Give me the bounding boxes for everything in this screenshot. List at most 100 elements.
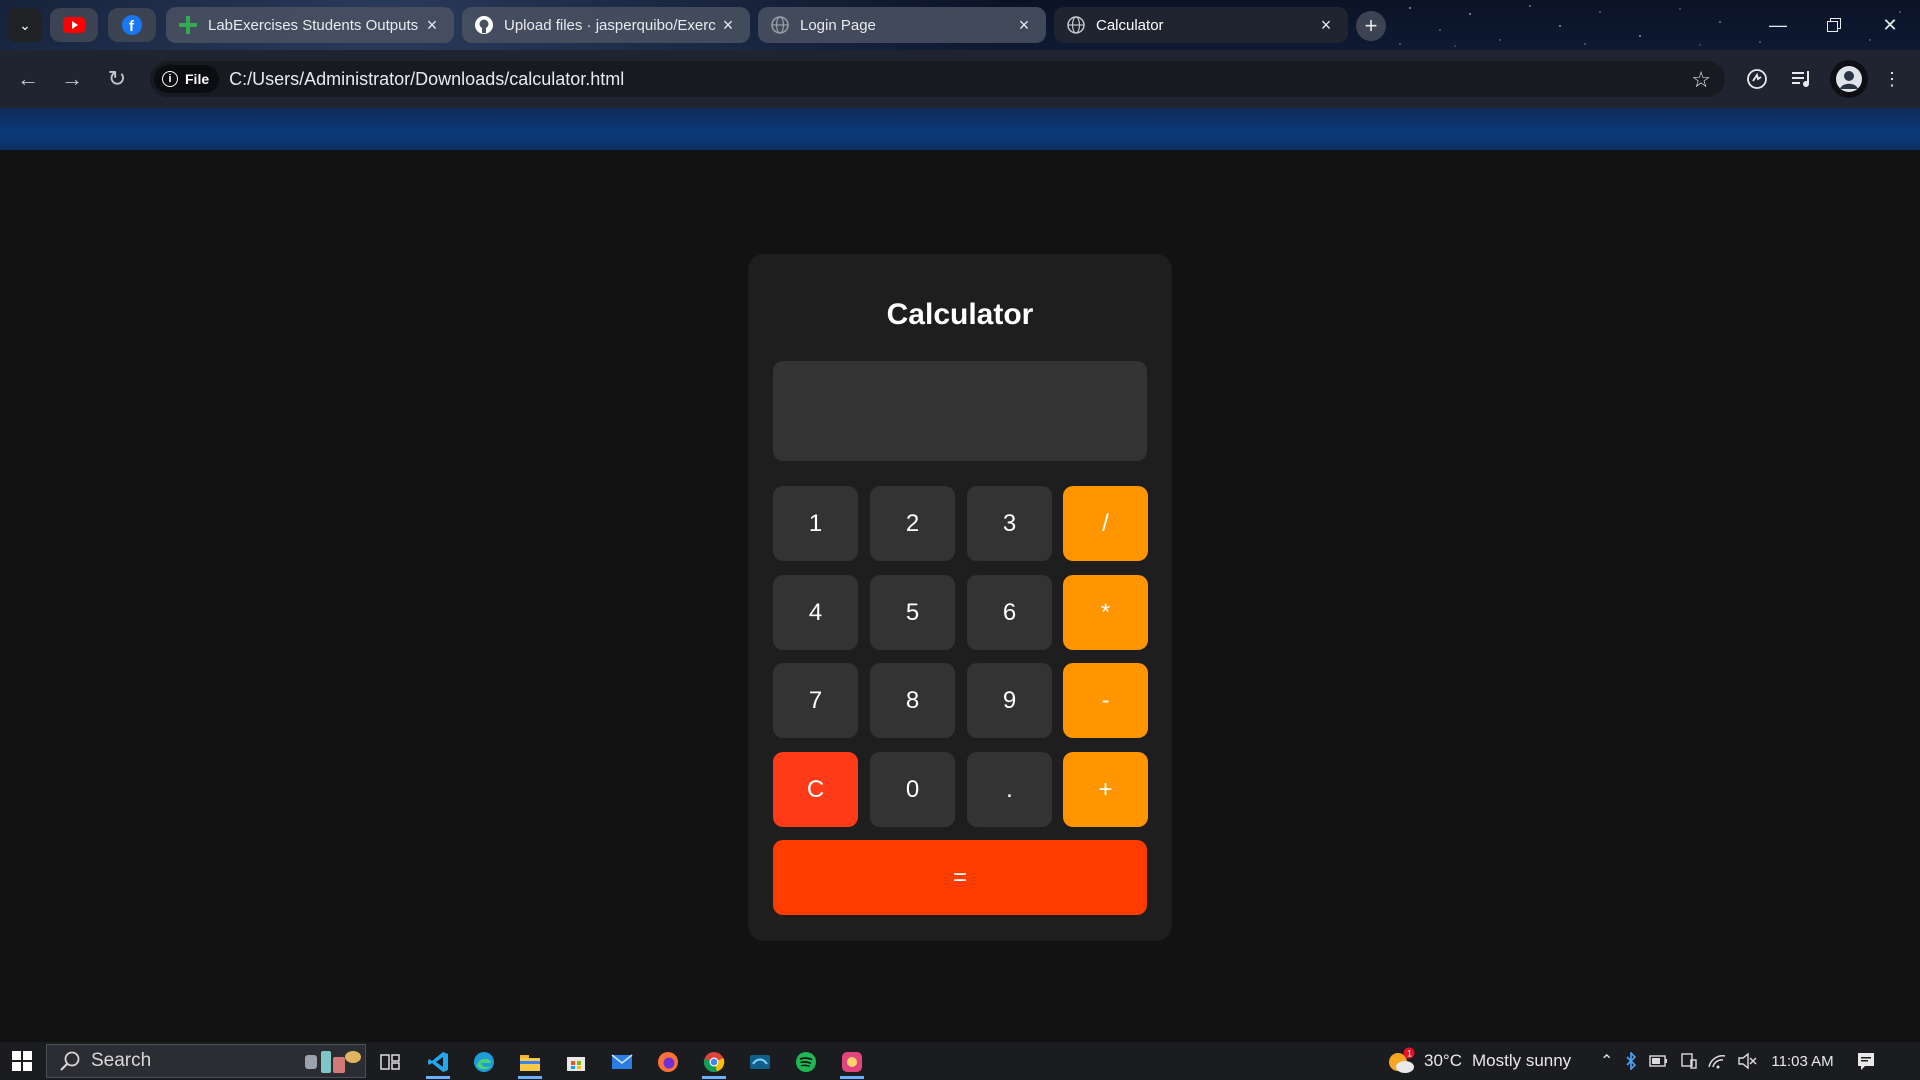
- url-text[interactable]: C:/Users/Administrator/Downloads/calcula…: [229, 69, 624, 90]
- close-icon[interactable]: ×: [1316, 15, 1336, 36]
- digit-1-button[interactable]: 1: [773, 486, 858, 561]
- close-icon[interactable]: ×: [718, 15, 738, 36]
- device-sync-icon[interactable]: [1679, 1052, 1698, 1070]
- arrow-right-icon: →: [61, 66, 83, 91]
- equals-button[interactable]: =: [773, 840, 1147, 915]
- active-indicator: [702, 1076, 726, 1079]
- folder-icon: [520, 1055, 540, 1071]
- globe-icon: [770, 15, 790, 35]
- pinned-tab-facebook[interactable]: f: [108, 8, 156, 42]
- globe-icon: [1066, 15, 1086, 35]
- clear-button[interactable]: C: [773, 752, 858, 827]
- tab-labexercises[interactable]: LabExercises Students Outputs ×: [166, 7, 454, 43]
- pinned-tab-youtube[interactable]: [50, 8, 98, 42]
- weather-widget[interactable]: 1 30°C Mostly sunny: [1386, 1042, 1571, 1080]
- tab-calculator[interactable]: Calculator ×: [1054, 7, 1348, 43]
- chevron-up-icon[interactable]: ⌃: [1600, 1051, 1613, 1071]
- digit-6-button[interactable]: 6: [967, 575, 1052, 650]
- digit-4-button[interactable]: 4: [773, 575, 858, 650]
- site-info-chip[interactable]: i File: [154, 65, 220, 93]
- close-window-button[interactable]: ✕: [1862, 0, 1918, 50]
- windows-logo-icon: [12, 1051, 32, 1071]
- tab-github-upload[interactable]: Upload files · jasperquibo/Exerc ×: [462, 7, 750, 43]
- taskbar-file-explorer[interactable]: [510, 1045, 550, 1079]
- taskbar-firefox[interactable]: [648, 1045, 688, 1079]
- taskbar-edge[interactable]: [464, 1045, 504, 1079]
- tab-login-page[interactable]: Login Page ×: [758, 7, 1046, 43]
- start-button[interactable]: [0, 1042, 44, 1080]
- github-icon: [474, 15, 494, 35]
- add-button[interactable]: +: [1063, 752, 1148, 827]
- speaker-muted-icon[interactable]: [1737, 1052, 1757, 1070]
- youtube-icon: [63, 17, 85, 33]
- wifi-icon[interactable]: [1707, 1052, 1727, 1070]
- multiply-button[interactable]: *: [1063, 575, 1148, 650]
- taskbar-photo-app[interactable]: [832, 1045, 872, 1079]
- digit-9-button[interactable]: 9: [967, 663, 1052, 738]
- user-avatar-icon: [1836, 66, 1862, 92]
- profile-avatar[interactable]: [1830, 60, 1868, 98]
- calculator-card: Calculator 1 2 3 / 4 5 6 * 7 8 9 - C 0 .…: [748, 254, 1172, 941]
- sun-cloud-icon: 1: [1389, 1047, 1415, 1073]
- minimize-button[interactable]: —: [1750, 0, 1806, 50]
- digit-3-button[interactable]: 3: [967, 486, 1052, 561]
- taskbar-store[interactable]: [556, 1045, 596, 1079]
- subtract-button[interactable]: -: [1063, 663, 1148, 738]
- system-tray-icons: ⌃ 11:03 AM: [1600, 1042, 1876, 1080]
- taskbar-vscode[interactable]: [418, 1045, 458, 1079]
- taskbar-task-view[interactable]: [370, 1045, 410, 1079]
- active-indicator: [840, 1076, 864, 1079]
- taskbar-search-box[interactable]: Search: [46, 1044, 366, 1078]
- restore-icon: [1827, 18, 1841, 32]
- playlist-music-icon: [1792, 71, 1809, 87]
- reload-icon: ↻: [107, 66, 127, 91]
- extension-button[interactable]: [1741, 63, 1773, 95]
- tab-title: LabExercises Students Outputs: [208, 16, 419, 34]
- battery-icon[interactable]: [1649, 1053, 1669, 1069]
- taskbar-terminal-app[interactable]: [740, 1045, 780, 1079]
- active-indicator: [518, 1076, 542, 1079]
- divide-button[interactable]: /: [1063, 486, 1148, 561]
- clock-time[interactable]: 11:03 AM: [1771, 1053, 1833, 1070]
- media-control-button[interactable]: [1786, 63, 1818, 95]
- page-content: Calculator 1 2 3 / 4 5 6 * 7 8 9 - C 0 .…: [0, 150, 1920, 1042]
- notification-center-icon[interactable]: [1856, 1051, 1876, 1071]
- search-placeholder: Search: [91, 1050, 152, 1071]
- store-icon: [567, 1057, 585, 1071]
- arrow-left-icon: ←: [17, 66, 39, 91]
- tab-title: Login Page: [800, 16, 876, 34]
- back-button[interactable]: ←: [12, 63, 44, 95]
- decimal-button[interactable]: .: [967, 752, 1052, 827]
- reload-button[interactable]: ↻: [101, 63, 133, 95]
- chevron-down-icon: ⌄: [19, 16, 31, 33]
- forward-button[interactable]: →: [56, 63, 88, 95]
- taskbar-chrome[interactable]: [694, 1045, 734, 1079]
- bluetooth-icon[interactable]: [1625, 1052, 1637, 1070]
- tab-title: Calculator: [1096, 16, 1164, 34]
- tab-search-button[interactable]: ⌄: [8, 8, 42, 42]
- taskbar-mail[interactable]: [602, 1045, 642, 1079]
- bookmark-star-icon[interactable]: ☆: [1691, 67, 1711, 93]
- browser-toolbar: ← → ↻ i File C:/Users/Administrator/Down…: [0, 50, 1920, 108]
- spotify-icon: [796, 1052, 816, 1072]
- info-icon: i: [162, 71, 178, 87]
- close-icon[interactable]: ×: [1014, 15, 1034, 36]
- digit-0-button[interactable]: 0: [870, 752, 955, 827]
- digit-2-button[interactable]: 2: [870, 486, 955, 561]
- calculator-display[interactable]: [773, 361, 1147, 461]
- extension-swirl-icon: [1747, 69, 1767, 89]
- firefox-icon: [658, 1052, 678, 1072]
- digit-8-button[interactable]: 8: [870, 663, 955, 738]
- mail-icon: [611, 1054, 633, 1069]
- restore-button[interactable]: [1806, 0, 1862, 50]
- address-bar[interactable]: i File C:/Users/Administrator/Downloads/…: [150, 61, 1725, 97]
- active-indicator: [426, 1076, 450, 1079]
- blue-banner-strip: [0, 108, 1920, 150]
- taskbar-spotify[interactable]: [786, 1045, 826, 1079]
- digit-5-button[interactable]: 5: [870, 575, 955, 650]
- edge-icon: [474, 1052, 494, 1072]
- close-icon[interactable]: ×: [422, 15, 442, 36]
- digit-7-button[interactable]: 7: [773, 663, 858, 738]
- new-tab-button[interactable]: +: [1356, 11, 1386, 41]
- browser-menu-button[interactable]: ⋮: [1876, 63, 1908, 95]
